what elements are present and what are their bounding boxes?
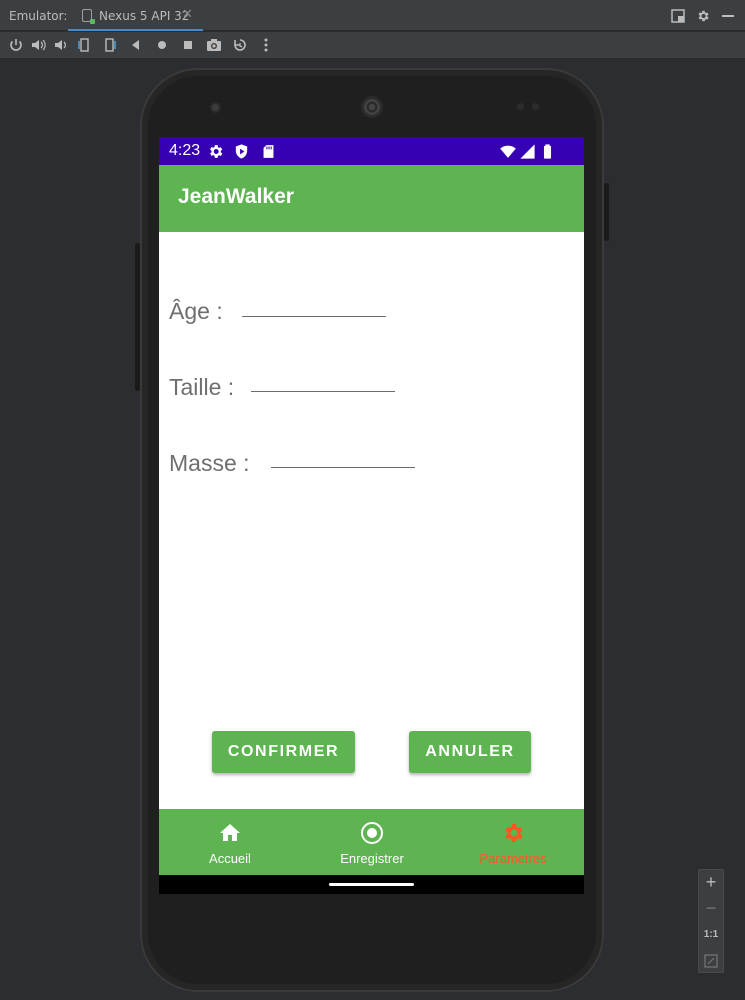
power-side-button <box>604 183 609 241</box>
taille-input[interactable] <box>251 366 395 392</box>
settings-status-icon <box>210 145 223 158</box>
home-button-icon[interactable] <box>154 37 170 53</box>
nav-label-parametres: Parametres <box>479 851 547 866</box>
gesture-navigation-bar <box>159 875 584 894</box>
masse-input[interactable] <box>271 442 415 468</box>
more-icon[interactable] <box>258 37 274 53</box>
cell-signal-icon <box>520 144 535 159</box>
status-bar: 4:23 <box>159 137 584 165</box>
sd-card-icon <box>263 145 274 158</box>
zoom-in-button[interactable]: + <box>699 872 723 893</box>
device-screen: 4:23 JeanWalker Âge : Taille : Masse : C… <box>159 137 584 894</box>
nav-item-accueil[interactable]: Accueil <box>159 809 301 875</box>
restore-window-icon[interactable] <box>671 9 685 23</box>
nav-label-enregistrer: Enregistrer <box>340 851 404 866</box>
app-title: JeanWalker <box>178 185 294 208</box>
home-icon <box>220 824 240 841</box>
cancel-button[interactable]: ANNULER <box>409 731 531 773</box>
rotate-left-icon[interactable] <box>76 37 92 53</box>
proximity-sensor <box>517 103 524 110</box>
settings-gear-icon[interactable] <box>696 9 710 23</box>
masse-label: Masse : <box>169 450 250 476</box>
emulator-label: Emulator: <box>9 9 68 23</box>
rotate-right-icon[interactable] <box>102 37 118 53</box>
play-protect-icon <box>235 144 248 159</box>
nav-label-accueil: Accueil <box>209 851 251 866</box>
snapshot-icon[interactable] <box>232 37 248 53</box>
volume-side-button <box>135 243 140 391</box>
battery-icon <box>543 144 552 159</box>
emulator-toolbar <box>0 32 745 59</box>
status-time: 4:23 <box>169 142 201 159</box>
app-bar: JeanWalker <box>159 165 584 232</box>
nav-item-enregistrer[interactable]: Enregistrer <box>301 809 443 875</box>
fit-screen-icon[interactable] <box>704 954 718 968</box>
confirm-button[interactable]: CONFIRMER <box>212 731 355 773</box>
power-icon[interactable] <box>8 37 24 53</box>
age-input[interactable] <box>242 291 386 317</box>
tab-close-icon[interactable]: ✕ <box>182 7 193 22</box>
device-icon <box>82 9 95 24</box>
overview-icon[interactable] <box>180 37 196 53</box>
tab-label: Nexus 5 API 32 <box>99 9 190 23</box>
nav-item-parametres[interactable]: Parametres <box>442 809 584 875</box>
actual-size-button[interactable]: 1:1 <box>699 929 723 940</box>
volume-up-icon[interactable] <box>30 37 46 53</box>
record-icon <box>361 822 383 844</box>
screenshot-icon[interactable] <box>206 37 222 53</box>
earpiece-speaker <box>361 96 383 118</box>
minimize-icon[interactable] <box>721 9 735 23</box>
zoom-panel: + − 1:1 <box>698 869 724 973</box>
bottom-navigation: Accueil Enregistrer Parametres <box>159 809 584 875</box>
age-label: Âge : <box>169 298 223 324</box>
back-icon[interactable] <box>128 37 144 53</box>
wifi-icon <box>500 145 516 158</box>
front-camera <box>210 102 221 113</box>
taille-label: Taille : <box>169 374 235 400</box>
settings-gear-icon <box>505 824 523 842</box>
gesture-handle[interactable] <box>329 883 414 886</box>
light-sensor <box>532 103 539 110</box>
emulator-title-bar: Emulator: Nexus 5 API 32 ✕ <box>0 0 745 31</box>
zoom-out-button[interactable]: − <box>699 898 723 919</box>
volume-down-icon[interactable] <box>53 37 69 53</box>
tab-nexus-5[interactable]: Nexus 5 API 32 ✕ <box>68 0 203 31</box>
